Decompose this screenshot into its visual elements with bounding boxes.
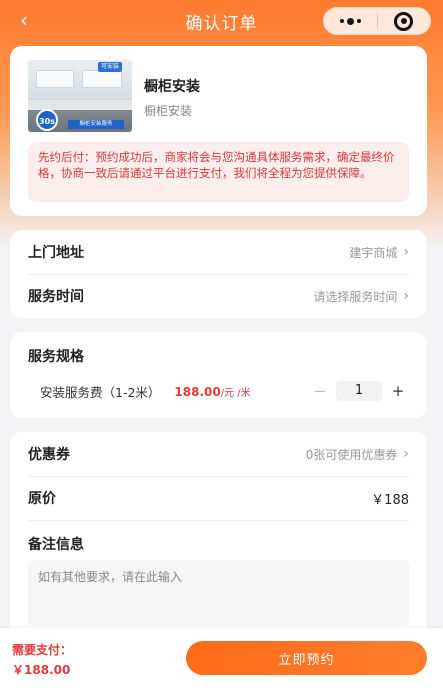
pay-label: 需要支付：	[12, 643, 73, 657]
quantity-value[interactable]: 1	[336, 381, 382, 401]
product-subtitle: 橱柜安装	[144, 104, 193, 118]
page-title: 确认订单	[185, 13, 258, 34]
pay-later-notice: 先约后付：预约成功后，商家将会与您沟通具体服务需求，确定最终价格，协商一致后请通…	[28, 142, 409, 202]
close-mini-program-button[interactable]	[378, 8, 431, 34]
remark-input[interactable]	[28, 560, 409, 626]
product-card: 可安装 30s 橱柜安装服务 橱柜安装 橱柜安装 先约后付：预约成功后，商家将会…	[10, 46, 427, 216]
mini-program-capsule	[323, 7, 431, 35]
service-time-value: 请选择服务时间	[313, 289, 398, 304]
coupon-row[interactable]: 优惠券 0张可使用优惠券 ›	[28, 432, 409, 476]
row-divider	[28, 520, 409, 521]
service-time-row[interactable]: 服务时间 请选择服务时间 ›	[28, 274, 409, 318]
more-menu-button[interactable]	[324, 8, 377, 34]
thumbnail-ribbon: 橱柜安装服务	[68, 120, 124, 129]
coupon-value: 0张可使用优惠券	[305, 447, 398, 462]
spec-title: 服务规格	[28, 349, 84, 365]
address-row[interactable]: 上门地址 建宇商城 ›	[28, 230, 409, 274]
target-close-icon	[394, 11, 414, 31]
chevron-right-icon: ›	[403, 288, 409, 304]
checkout-footer: 需要支付： ￥188.00 立即预约	[0, 628, 443, 692]
spec-item: 安装服务费（1-2米） 188.00/元 /米 − 1 +	[40, 380, 410, 402]
pay-amount: ￥188.00	[12, 663, 71, 677]
address-value: 建宇商城	[349, 245, 398, 260]
original-price-row: 原价 ￥188	[28, 476, 409, 520]
product-thumbnail: 可安装 30s 橱柜安装服务	[28, 60, 132, 132]
coupon-label: 优惠券	[28, 447, 70, 463]
product-name: 橱柜安装	[144, 79, 200, 95]
increase-quantity-button[interactable]: +	[386, 380, 410, 402]
book-now-button[interactable]: 立即预约	[186, 641, 427, 675]
service-spec-card: 服务规格 安装服务费（1-2米） 188.00/元 /米 − 1 +	[10, 332, 427, 418]
navigation-bar: ‹ 确认订单	[0, 0, 443, 42]
spec-item-price: 188.00/元 /米	[174, 384, 251, 399]
chevron-right-icon: ›	[403, 446, 409, 462]
remark-label: 备注信息	[28, 537, 84, 553]
more-dots-icon	[339, 17, 361, 25]
spec-item-name: 安装服务费（1-2米）	[40, 384, 161, 400]
decrease-quantity-button[interactable]: −	[308, 380, 332, 402]
chevron-left-icon[interactable]: ‹	[12, 8, 36, 32]
quantity-stepper: − 1 +	[308, 380, 410, 402]
address-label: 上门地址	[28, 245, 84, 261]
address-time-card: 上门地址 建宇商城 › 服务时间 请选择服务时间 ›	[10, 230, 427, 318]
service-time-label: 服务时间	[28, 289, 84, 305]
original-price-value: ￥188	[371, 492, 409, 508]
spec-item-unit: /元 /米	[220, 387, 251, 399]
original-price-label: 原价	[28, 491, 56, 507]
chevron-right-icon: ›	[403, 244, 409, 260]
thumbnail-tag: 可安装	[98, 62, 123, 72]
thumbnail-badge: 30s	[36, 109, 58, 131]
